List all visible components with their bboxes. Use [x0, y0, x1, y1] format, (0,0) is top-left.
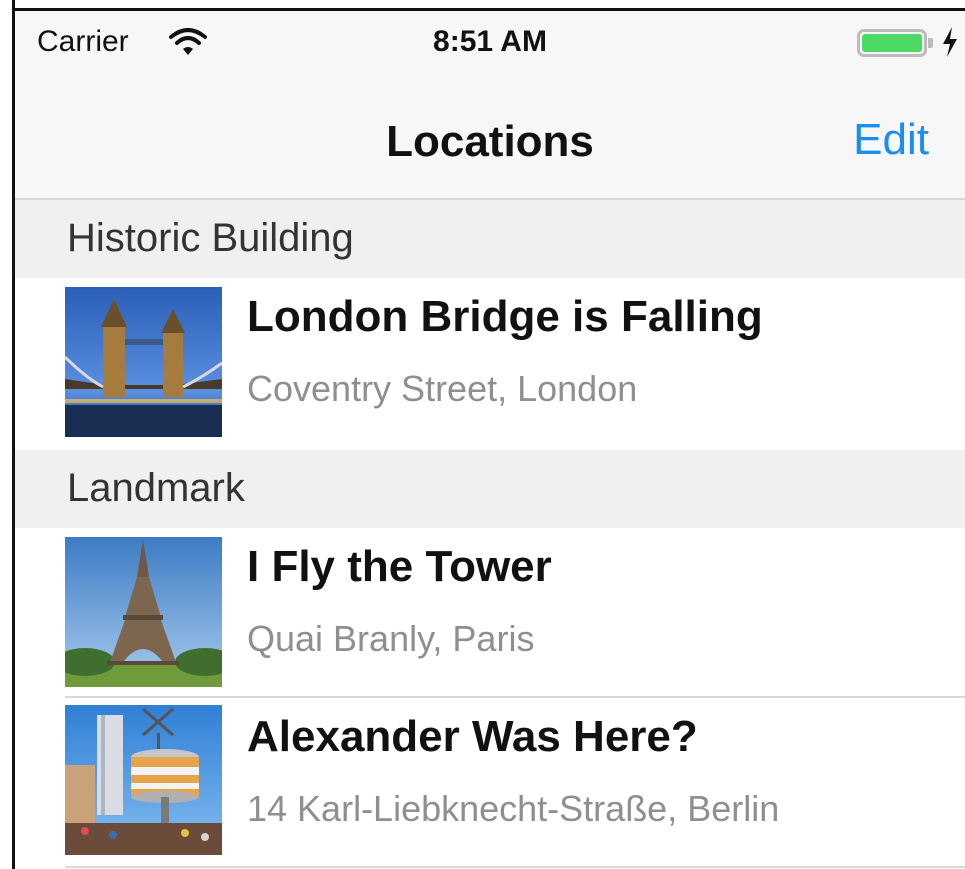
- list-item[interactable]: I Fly the Tower Quai Branly, Paris: [15, 528, 965, 695]
- section-title: Historic Building: [67, 216, 354, 260]
- section-title: Landmark: [67, 466, 245, 510]
- screenshot-frame: Carrier 8:51 AM Locations Edit Historic …: [0, 0, 965, 869]
- charging-bolt-icon: [943, 27, 957, 57]
- eiffel-tower-thumbnail: [65, 537, 222, 687]
- battery-level: [862, 34, 922, 52]
- frame-left-border: [12, 0, 15, 869]
- list-item[interactable]: Alexander Was Here? 14 Karl-Liebknecht-S…: [15, 698, 965, 865]
- list-item[interactable]: London Bridge is Falling Coventry Street…: [15, 278, 965, 445]
- row-separator: [65, 866, 965, 868]
- battery-tip: [928, 38, 933, 48]
- frame-top-border: [12, 8, 965, 11]
- row-subtitle: Coventry Street, London: [247, 368, 638, 409]
- section-header-landmark: Landmark: [15, 450, 965, 528]
- world-clock-thumbnail: [65, 705, 222, 855]
- navigation-bar: Locations Edit: [15, 75, 965, 200]
- edit-button[interactable]: Edit: [853, 115, 929, 165]
- status-bar: Carrier 8:51 AM: [15, 11, 965, 75]
- row-title: I Fly the Tower: [247, 542, 552, 591]
- battery-icon: [857, 29, 927, 57]
- row-subtitle: 14 Karl-Liebknecht-Straße, Berlin: [247, 788, 780, 829]
- section-header-historic-building: Historic Building: [15, 200, 965, 278]
- page-title: Locations: [386, 117, 594, 166]
- row-title: London Bridge is Falling: [247, 292, 763, 341]
- tower-bridge-thumbnail: [65, 287, 222, 437]
- row-subtitle: Quai Branly, Paris: [247, 618, 535, 659]
- status-time: 8:51 AM: [433, 25, 547, 58]
- row-title: Alexander Was Here?: [247, 712, 698, 761]
- phone-screen: Carrier 8:51 AM Locations Edit Historic …: [15, 11, 965, 869]
